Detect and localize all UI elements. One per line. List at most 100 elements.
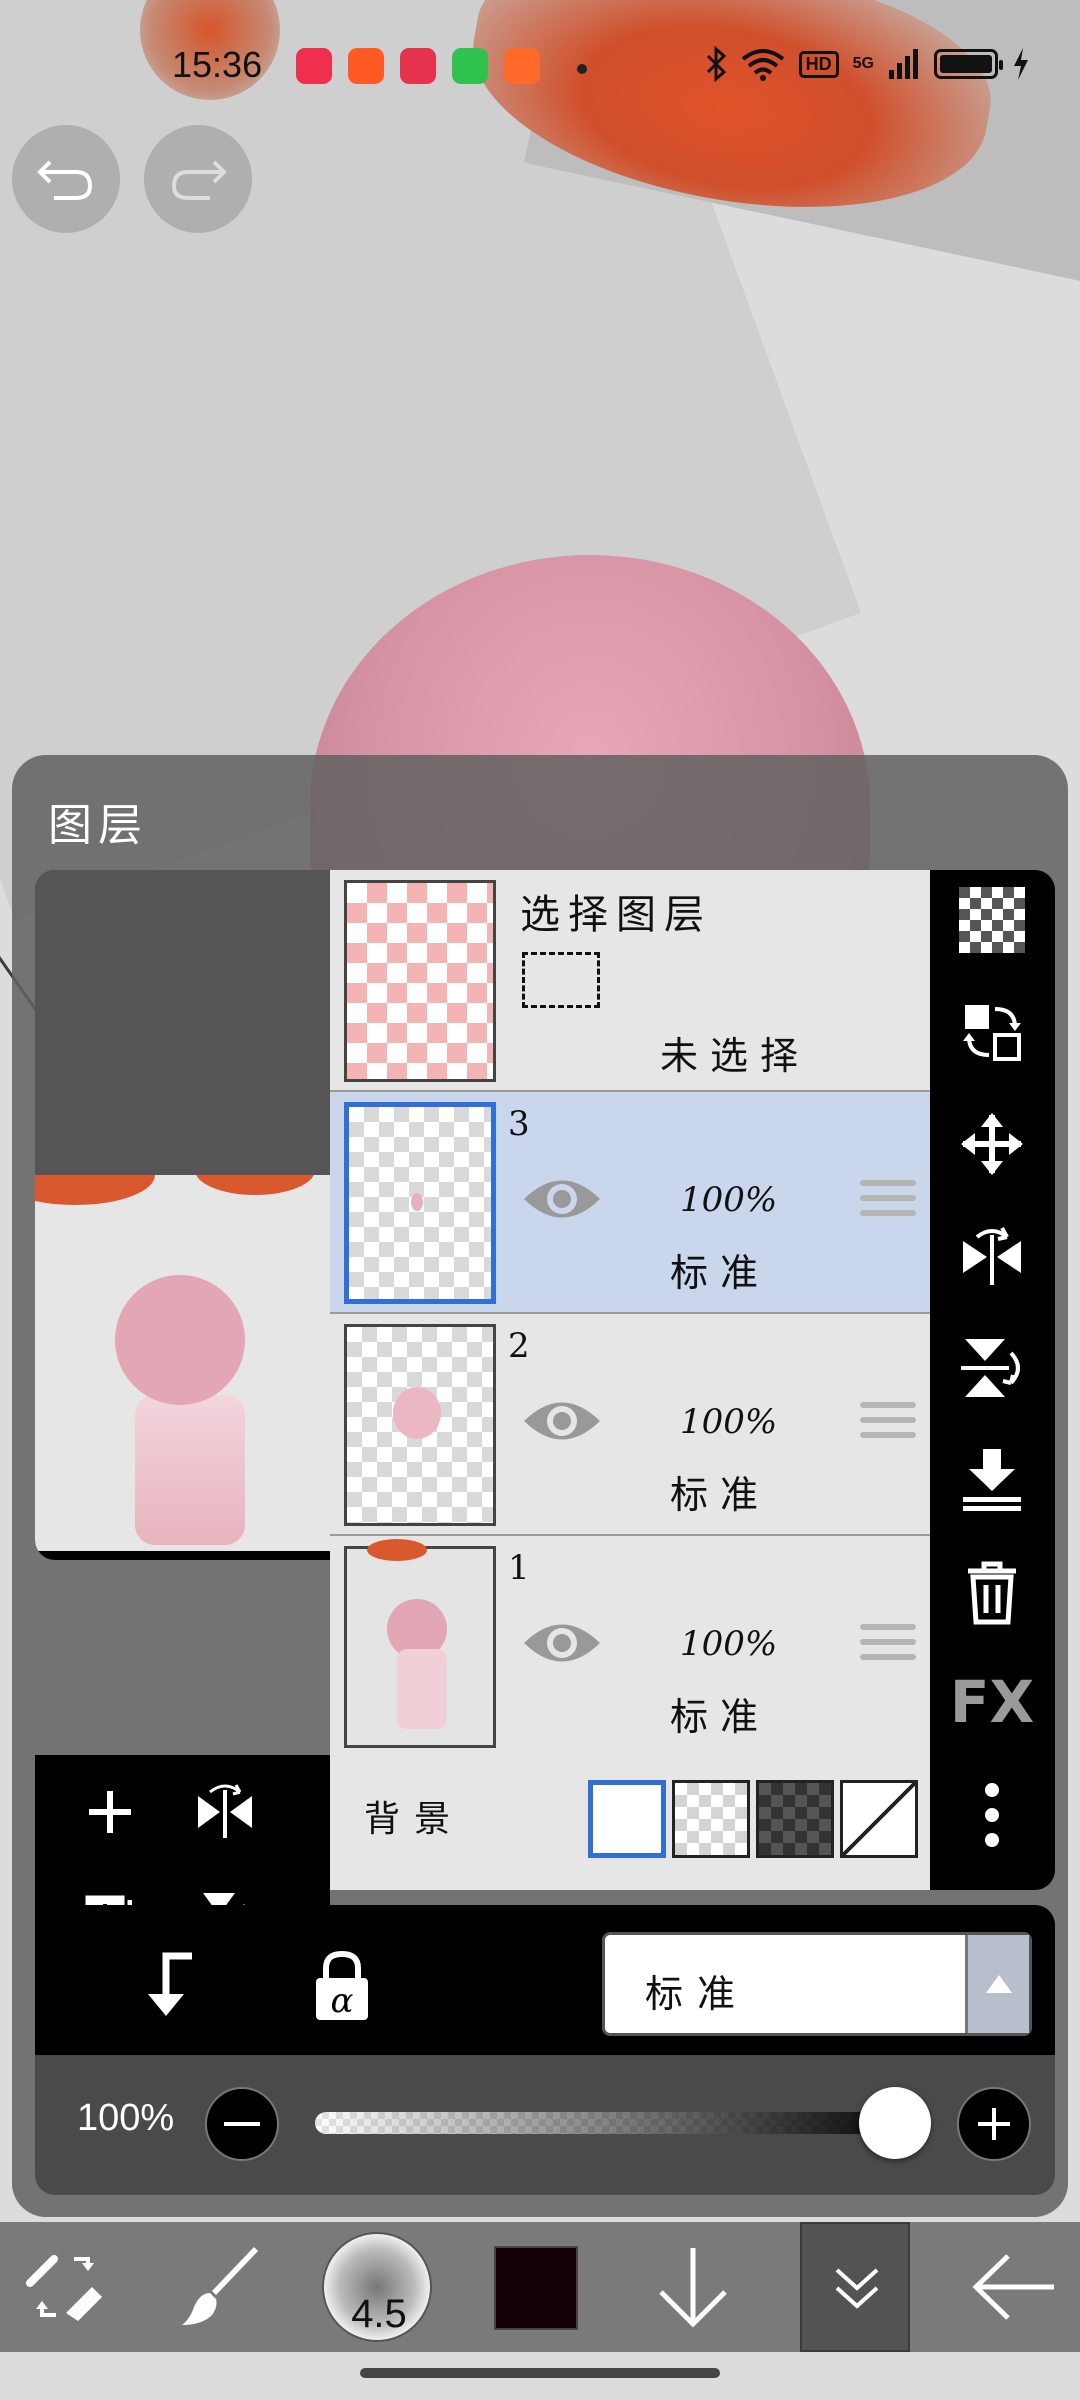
layer-row-1[interactable]: 1 100% 标准 (330, 1536, 930, 1758)
back-button[interactable] (950, 2222, 1080, 2352)
panel-title: 图层 (48, 800, 148, 851)
fx-button[interactable]: FX (949, 1662, 1035, 1742)
add-layer-button[interactable] (70, 1772, 150, 1852)
layer-blend-mode: 标准 (670, 1251, 771, 1295)
battery-icon (934, 49, 1003, 79)
brush-tool-button[interactable] (157, 2222, 287, 2352)
navigator-preview[interactable] (35, 870, 330, 1560)
blend-mode-select[interactable]: 标准 (602, 1932, 1032, 2036)
background-row: 背景 (330, 1750, 930, 1890)
alpha-lock-button[interactable]: α (300, 1943, 384, 2027)
color-picker-button[interactable] (494, 2246, 578, 2330)
tool-switch-button[interactable] (0, 2222, 130, 2352)
selection-layer-row[interactable]: 选择图层 未选择 (330, 870, 930, 1092)
more-options-button[interactable] (952, 1775, 1032, 1855)
move-button[interactable] (952, 1104, 1032, 1184)
alpha-lock-icon: α (316, 1950, 368, 2021)
layer-thumbnail (344, 1102, 496, 1304)
layer-thumbnail (344, 1539, 496, 1748)
more-vertical-icon (985, 1783, 999, 1847)
transparency-button[interactable] (952, 880, 1032, 960)
arrow-left-icon (972, 2254, 1054, 2320)
delete-layer-button[interactable] (952, 1552, 1032, 1632)
notification-icon (504, 48, 540, 84)
more-notifications-dot (577, 64, 587, 74)
layer-number: 3 (508, 1104, 530, 1144)
flip-vertical-icon (961, 1339, 1020, 1397)
notification-icon (452, 48, 488, 84)
trash-icon (968, 1561, 1016, 1625)
thumbnail-shape (35, 1175, 155, 1205)
background-dark-checker-swatch[interactable] (756, 1780, 834, 1858)
status-time: 15:36 (172, 44, 263, 85)
flip-horizontal-button[interactable] (185, 1772, 265, 1852)
layer-thumbnail (344, 1324, 496, 1526)
arrow-down-icon (659, 2248, 727, 2328)
eye-icon[interactable] (522, 1616, 602, 1670)
merge-down-icon (963, 1449, 1021, 1511)
redo-button[interactable] (144, 125, 252, 233)
layer-panel: 图层 选择图层 未选择 3 100% 标准 2 100% 标准 1 100% 标… (12, 755, 1068, 2217)
status-icons: HD 5G (705, 46, 1030, 82)
flip-horizontal-icon (198, 1784, 252, 1838)
flip-vertical-layer-button[interactable] (952, 1328, 1032, 1408)
eye-icon[interactable] (522, 1394, 602, 1448)
layer-row-3[interactable]: 3 100% 标准 (330, 1092, 930, 1314)
background-white-swatch[interactable] (588, 1780, 666, 1858)
move-icon (961, 1113, 1023, 1175)
thumbnail-figure (115, 1275, 245, 1405)
selection-layer-thumbnail (344, 880, 496, 1082)
eye-icon[interactable] (522, 1172, 602, 1226)
brush-eraser-swap-icon (26, 2255, 102, 2321)
layer-blend-mode: 标准 (670, 1473, 771, 1517)
blend-bar: α 标准 (35, 1905, 1055, 2055)
brush-size-button[interactable]: 4.5 (322, 2232, 432, 2342)
selection-marquee-icon (522, 952, 600, 1008)
minus-icon (224, 2122, 260, 2126)
selection-status: 未选择 (660, 1034, 811, 1078)
home-indicator[interactable] (360, 2368, 720, 2378)
layer-row-2[interactable]: 2 100% 标准 (330, 1314, 930, 1536)
flip-horizontal-icon (963, 1227, 1021, 1285)
layer-number: 2 (508, 1326, 530, 1366)
checkerboard-icon (959, 887, 1025, 953)
hd-badge: HD (798, 50, 839, 78)
opacity-slider[interactable] (315, 2112, 915, 2134)
opacity-slider-thumb[interactable] (859, 2087, 931, 2159)
signal-icon (889, 49, 918, 79)
right-toolbar: FX (930, 870, 1055, 1890)
drag-handle-icon[interactable] (860, 1402, 916, 1446)
clipping-button[interactable] (130, 1945, 210, 2025)
layer-list: 选择图层 未选择 3 100% 标准 2 100% 标准 1 100% 标准 背… (330, 870, 930, 1890)
fx-label: FX (949, 1668, 1035, 1736)
flip-horizontal-layer-button[interactable] (952, 1216, 1032, 1296)
clipping-arrow-icon (148, 1952, 192, 2016)
undo-button[interactable] (12, 125, 120, 233)
thumbnail-figure (135, 1395, 245, 1545)
notification-icon (348, 48, 384, 84)
layer-blend-mode: 标准 (670, 1695, 771, 1739)
layer-opacity: 100% (680, 1402, 778, 1442)
layer-panel-toggle-button[interactable] (800, 2222, 910, 2352)
drag-handle-icon[interactable] (860, 1180, 916, 1224)
background-none-swatch[interactable] (840, 1780, 918, 1858)
swap-layer-button[interactable] (952, 992, 1032, 1072)
drag-handle-icon[interactable] (860, 1624, 916, 1668)
layer-down-button[interactable] (628, 2222, 758, 2352)
brush-size-value: 4.5 (351, 2292, 407, 2336)
notification-icon (400, 48, 436, 84)
swap-layer-icon (963, 1005, 1021, 1061)
bluetooth-icon (706, 46, 726, 82)
background-light-checker-swatch[interactable] (672, 1780, 750, 1858)
bottom-toolbar: 4.5 (0, 2222, 1080, 2352)
opacity-increase-button[interactable] (957, 2087, 1031, 2161)
opacity-decrease-button[interactable] (205, 2087, 279, 2161)
plus-icon (89, 1791, 131, 1833)
merge-down-button[interactable] (952, 1440, 1032, 1520)
charging-icon (1014, 48, 1028, 80)
undo-icon (37, 160, 93, 200)
triangle-up-icon (985, 1975, 1012, 1993)
blend-mode-arrow[interactable] (965, 1935, 1029, 2033)
layer-opacity: 100% (680, 1180, 778, 1220)
thumbnail-shape (195, 1175, 315, 1195)
